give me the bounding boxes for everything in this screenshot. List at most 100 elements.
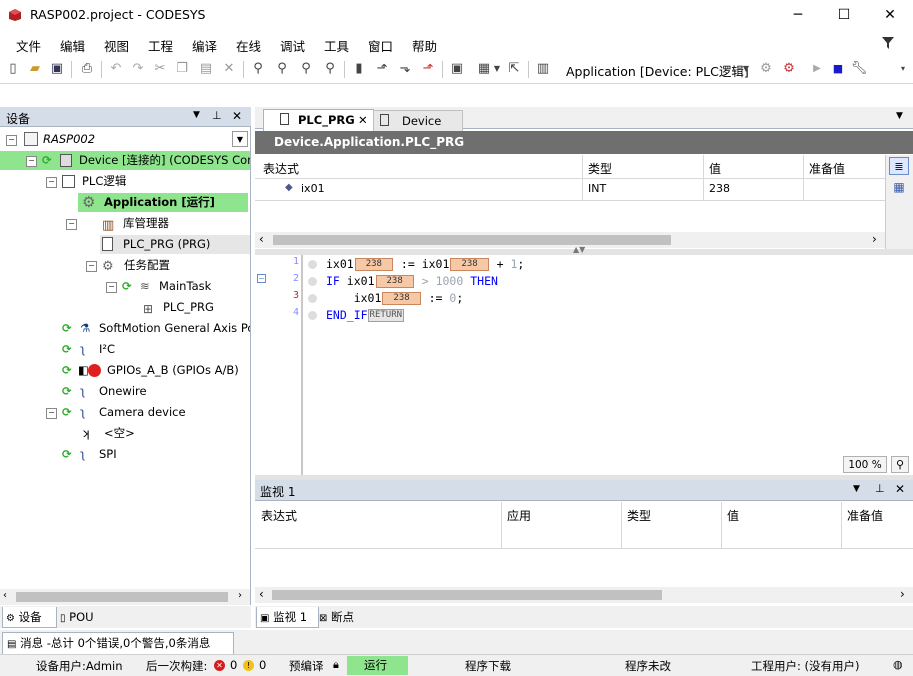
tabular-view-icon[interactable]: ▦	[889, 179, 909, 197]
code-editor[interactable]: − 1 2 3 4 ix01 238 := ix01 238 + 1; IF ix0…	[255, 255, 913, 475]
tree-item-application[interactable]: Application [运行]	[78, 193, 248, 212]
tab-plc-prg[interactable]: PLC_PRG ✕	[263, 109, 374, 131]
zoom-icon[interactable]: ⚲	[891, 456, 909, 473]
find-replace-icon[interactable]: ⚲	[273, 60, 291, 78]
dropdown-arrow-icon[interactable]: ▼	[193, 110, 200, 120]
pin-icon[interactable]: ⊥	[875, 482, 885, 495]
tree-item-task-config[interactable]: − ⚙ 任务配置	[0, 256, 250, 275]
tree-item-empty-slot[interactable]: ʞ <空>	[0, 424, 250, 443]
scroll-left-icon[interactable]: ‹	[3, 590, 7, 601]
column-header-prepared-value[interactable]: 准备值	[809, 160, 845, 177]
column-header-type[interactable]: 类型	[627, 507, 651, 524]
maximize-button[interactable]: ☐	[821, 0, 867, 31]
pin-icon[interactable]: ⊥	[212, 109, 222, 122]
active-application-selector[interactable]: Application [Device: PLC逻辑]	[566, 61, 749, 80]
column-header-application[interactable]: 应用	[507, 507, 531, 524]
print-icon[interactable]: ⎙	[78, 60, 96, 78]
window-icon[interactable]: ▣	[448, 60, 466, 78]
scrollbar-thumb[interactable]	[16, 592, 228, 602]
table-horizontal-scrollbar[interactable]: ‹ ›	[255, 232, 885, 248]
breakpoint-marker[interactable]	[308, 260, 317, 269]
toolbar-overflow-icon[interactable]: ▾	[897, 60, 909, 78]
column-header-prepared-value[interactable]: 准备值	[847, 507, 883, 524]
menu-build[interactable]: 编译	[192, 36, 217, 55]
clear-bookmark-icon[interactable]: ⬏	[419, 60, 437, 78]
menu-project[interactable]: 工程	[148, 36, 173, 55]
scroll-right-icon[interactable]: ›	[872, 232, 877, 246]
redo-icon[interactable]: ↷	[129, 60, 147, 78]
tab-list-dropdown-icon[interactable]: ▼	[896, 111, 903, 121]
tree-item-device[interactable]: − ⟳ Device [连接的] (CODESYS Control	[0, 151, 250, 170]
start-icon[interactable]: ▶	[808, 60, 826, 78]
dropdown-arrow-icon[interactable]: ▼	[493, 60, 501, 78]
paste-icon[interactable]: ▤	[197, 60, 215, 78]
code-area[interactable]: ix01 238 := ix01 238 + 1; IF ix01 238 > 100…	[326, 255, 911, 475]
funnel-icon[interactable]	[881, 36, 895, 50]
open-folder-icon[interactable]: ▰	[26, 60, 44, 78]
scrollbar-thumb[interactable]	[272, 590, 662, 600]
logout-icon[interactable]: ⚙	[780, 60, 798, 78]
tree-item-plc-prg[interactable]: PLC_PRG (PRG)	[100, 235, 250, 254]
next-bookmark-icon[interactable]: ⬏	[373, 60, 391, 78]
column-header-type[interactable]: 类型	[588, 160, 612, 177]
close-button[interactable]: ✕	[867, 0, 913, 31]
tab-device[interactable]: Device	[373, 110, 463, 131]
collapse-icon[interactable]: −	[26, 156, 37, 167]
menu-window[interactable]: 窗口	[368, 36, 393, 55]
tree-item-onewire[interactable]: ⟳ ʅ Onewire	[0, 382, 250, 401]
tree-item-camera[interactable]: − ⟳ ʅ Camera device	[0, 403, 250, 422]
menu-tools[interactable]: 工具	[324, 36, 349, 55]
tree-item-library-manager[interactable]: ▥ 库管理器	[0, 214, 250, 233]
breakpoint-marker[interactable]	[308, 311, 317, 320]
scroll-left-icon[interactable]: ‹	[259, 232, 264, 246]
tab-breakpoints[interactable]: ⊠ 断点	[317, 607, 377, 627]
devices-horizontal-scrollbar[interactable]: ‹ ›	[0, 589, 250, 605]
stop-icon[interactable]: ■	[829, 60, 847, 78]
find-next-icon[interactable]: ⚲	[297, 60, 315, 78]
tree-item-softmotion-pool[interactable]: ⟳ ⚗ SoftMotion General Axis Pool	[0, 319, 250, 338]
collapse-icon[interactable]: −	[46, 408, 57, 419]
scroll-right-icon[interactable]: ›	[900, 587, 905, 601]
cut-icon[interactable]: ✂	[151, 60, 169, 78]
menu-edit[interactable]: 编辑	[60, 36, 85, 55]
column-header-expression[interactable]: 表达式	[263, 160, 299, 177]
tab-devices[interactable]: ⚙ 设备	[2, 607, 57, 628]
find-icon[interactable]: ⚲	[249, 60, 267, 78]
notification-icon[interactable]: ◍	[893, 658, 903, 671]
close-tab-icon[interactable]: ✕	[358, 110, 368, 130]
fold-marker-icon[interactable]: −	[257, 274, 266, 283]
dropdown-arrow-icon[interactable]: ▼	[853, 484, 860, 494]
scroll-left-icon[interactable]: ‹	[259, 587, 264, 601]
column-header-expression[interactable]: 表达式	[261, 507, 297, 524]
close-icon[interactable]: ✕	[895, 482, 905, 496]
previous-bookmark-icon[interactable]: ⬎	[396, 60, 414, 78]
breakpoint-marker[interactable]	[308, 294, 317, 303]
undo-icon[interactable]: ↶	[107, 60, 125, 78]
column-header-value[interactable]: 值	[709, 160, 721, 177]
new-file-icon[interactable]: ▯	[4, 60, 22, 78]
tree-item-spi[interactable]: ⟳ ʅ SPI	[0, 445, 250, 464]
menu-debug[interactable]: 调试	[280, 36, 305, 55]
tree-item-project[interactable]: − RASP002 ▼	[0, 130, 250, 149]
scrollbar-thumb[interactable]	[273, 235, 671, 245]
tree-item-i2c[interactable]: ⟳ ʅ I²C	[0, 340, 250, 359]
tree-item-plc-logic[interactable]: − PLC逻辑	[0, 172, 250, 191]
tab-pou[interactable]: ▯ POU	[57, 607, 110, 627]
bookmark-icon[interactable]: ▮	[350, 60, 368, 78]
add-object-icon[interactable]: ▦	[475, 60, 493, 78]
breakpoint-marker[interactable]	[308, 277, 317, 286]
collapse-icon[interactable]: −	[106, 282, 117, 293]
menu-online[interactable]: 在线	[236, 36, 261, 55]
collapse-icon[interactable]: −	[46, 177, 57, 188]
chevron-down-icon[interactable]: ▼	[741, 60, 751, 78]
tree-item-maintask[interactable]: − ⟳ ≋ MainTask	[0, 277, 250, 296]
find-previous-icon[interactable]: ⚲	[321, 60, 339, 78]
menu-help[interactable]: 帮助	[412, 36, 437, 55]
tree-dropdown[interactable]: ▼	[232, 131, 248, 147]
table-row[interactable]: ◆ ix01 INT 238	[255, 179, 885, 200]
collapse-icon[interactable]: −	[6, 135, 17, 146]
splitter-arrows-icon[interactable]: ▲▼	[573, 245, 585, 254]
save-icon[interactable]: ▣	[48, 60, 66, 78]
watch-horizontal-scrollbar[interactable]: ‹ ›	[255, 587, 913, 603]
scroll-right-icon[interactable]: ›	[238, 590, 242, 601]
